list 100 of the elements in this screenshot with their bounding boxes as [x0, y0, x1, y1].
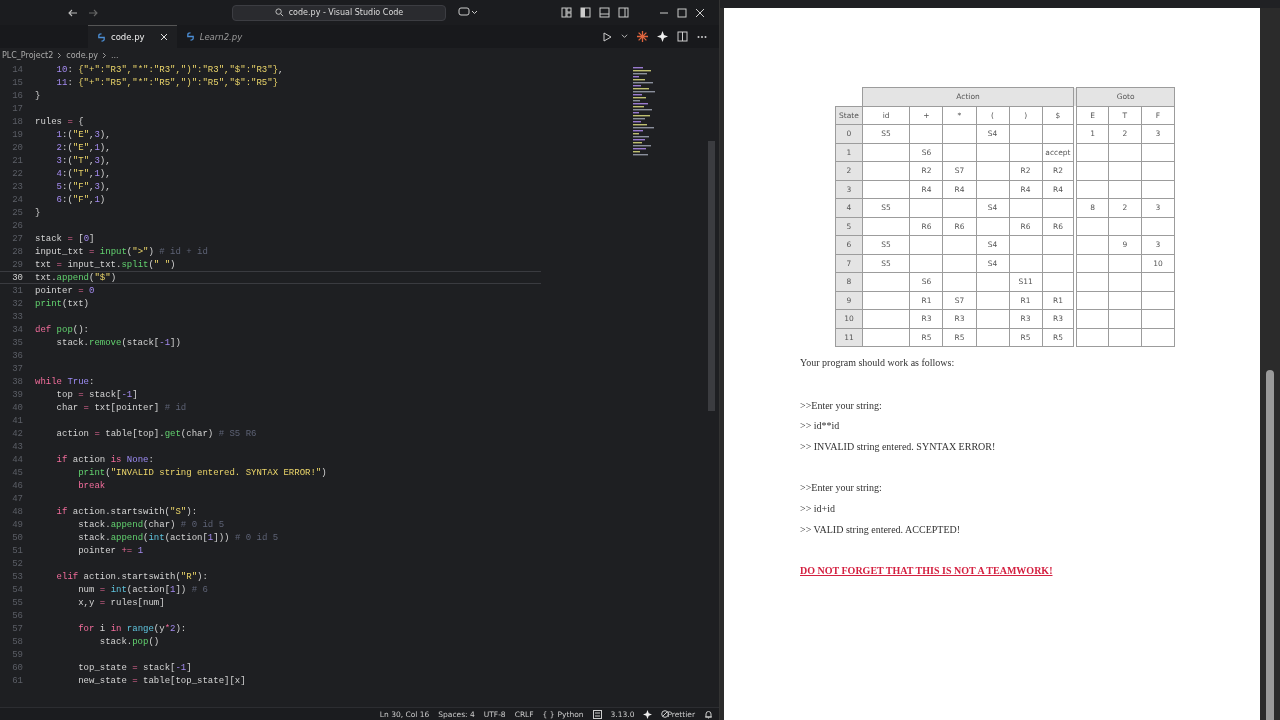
code-line: x,y = rules[num]	[77, 598, 165, 609]
line-number: 52	[11, 559, 23, 570]
code-line: 10: {"+":"R3","*":"R3",")":"R3","$":"R3"},	[55, 64, 284, 75]
code-line: def pop():	[35, 324, 89, 335]
code-line: 2:("E",1),	[55, 142, 111, 153]
line-number: 26	[11, 220, 23, 231]
warning-text: DO NOT FORGET THAT THIS IS NOT A TEAMWORK!	[800, 565, 1054, 577]
code-line: for i in range(y*2):	[77, 624, 187, 635]
burst-icon[interactable]	[637, 31, 648, 42]
line-number: 17	[11, 103, 23, 114]
caret-icon[interactable]	[621, 33, 628, 40]
code-line: stack.append(char) # 0 id 5	[77, 520, 225, 531]
run-icon[interactable]	[602, 31, 612, 42]
code-line: elif action.startswith("R"):	[55, 572, 208, 583]
line-number: 43	[11, 441, 23, 452]
code-line: input_txt = input(">") # id + id	[35, 246, 208, 257]
code-line: 6:("F",1)	[55, 194, 106, 205]
breadcrumb-item[interactable]: code.py	[66, 51, 98, 60]
code-line: print(txt)	[35, 298, 90, 309]
chat-icon[interactable]	[458, 7, 478, 18]
line-number: 56	[11, 611, 23, 622]
line-number: 38	[11, 376, 23, 387]
line-number: 19	[11, 129, 23, 140]
example-line: >> id+id	[800, 502, 836, 515]
code-line: pointer += 1	[77, 546, 144, 557]
line-number: 37	[11, 363, 23, 374]
forward-arrow-icon[interactable]	[88, 7, 98, 18]
line-number: 54	[11, 585, 23, 596]
scrollbar-thumb[interactable]	[1266, 370, 1274, 720]
code-line: new_state = table[top_state][x]	[77, 676, 246, 687]
line-number: 55	[11, 598, 23, 609]
code-line: stack.pop()	[98, 637, 160, 648]
example-line: >> VALID string entered. ACCEPTED!	[800, 523, 962, 536]
code-line: top = stack[-1]	[55, 389, 138, 400]
line-number: 35	[11, 337, 23, 348]
sparkle-icon[interactable]	[657, 31, 668, 42]
code-line: txt = input_txt.split(" ")	[35, 259, 176, 270]
code-line: }	[35, 90, 41, 101]
code-line: top_state = stack[-1]	[77, 663, 192, 674]
close-icon[interactable]	[159, 33, 168, 41]
code-line: 1:("E",3),	[55, 129, 111, 140]
line-number: 32	[11, 298, 23, 309]
line-number: 41	[11, 415, 23, 426]
line-number: 18	[11, 116, 23, 127]
example-line: >> id**id	[800, 420, 841, 432]
panel-toggle-icon[interactable]	[599, 7, 610, 18]
sidebar-toggle-icon[interactable]	[580, 7, 591, 18]
line-number: 34	[11, 324, 23, 335]
layout-icon[interactable]	[561, 7, 572, 18]
line-number: 61	[11, 676, 23, 687]
line-number: 25	[11, 207, 23, 218]
prohibited-icon[interactable]	[661, 710, 670, 718]
scrollbar-thumb[interactable]	[708, 141, 715, 411]
code-line: stack.remove(stack[-1])	[55, 337, 181, 348]
code-line: 4:("T",1),	[55, 168, 111, 179]
code-line: 3:("T",3),	[55, 155, 111, 166]
line-number: 27	[11, 233, 23, 244]
code-line: print("INVALID string entered. SYNTAX ERROR!")	[77, 468, 327, 478]
code-line: pointer = 0	[35, 285, 95, 296]
line-number: 28	[11, 246, 23, 257]
line-number: 60	[11, 663, 23, 674]
line-number: 21	[11, 155, 23, 166]
line-number: 50	[11, 533, 23, 544]
line-number: 53	[11, 572, 23, 583]
line-number: 49	[11, 520, 23, 531]
code-line: }	[35, 207, 41, 218]
secondary-sidebar-icon[interactable]	[618, 7, 629, 18]
line-number: 44	[11, 454, 23, 465]
command-center-search[interactable]: code.py - Visual Studio Code	[232, 4, 446, 21]
line-number: 39	[11, 389, 23, 400]
split-editor-icon[interactable]	[677, 31, 688, 42]
code-line: if action.startswith("S"):	[55, 507, 198, 518]
back-arrow-icon[interactable]	[68, 7, 78, 18]
bell-icon[interactable]	[704, 709, 713, 719]
line-number: 59	[11, 650, 23, 661]
line-number: 23	[11, 181, 23, 192]
line-number: 24	[11, 194, 23, 205]
maximize-icon[interactable]	[677, 7, 687, 18]
code-line: while True:	[35, 376, 95, 387]
line-number: 47	[11, 494, 23, 504]
line-number: 30	[11, 272, 23, 283]
paragraph: Your program should work as follows:	[800, 357, 956, 369]
code-line: if action is None:	[55, 454, 154, 465]
example-line: >> INVALID string entered. SYNTAX ERROR!	[800, 440, 997, 453]
line-number: 57	[11, 624, 23, 635]
breadcrumb-item[interactable]: ...	[111, 51, 119, 60]
editor-tab[interactable]: code.py	[88, 25, 177, 48]
line-number: 58	[11, 637, 23, 648]
line-number: 29	[11, 259, 23, 270]
line-number: 36	[11, 350, 23, 361]
interpreter-icon[interactable]	[592, 709, 602, 719]
line-number: 33	[11, 311, 23, 322]
sparkle-icon[interactable]	[643, 709, 653, 719]
python-file-icon	[185, 32, 195, 41]
more-icon[interactable]	[697, 34, 707, 39]
close-icon[interactable]	[695, 7, 705, 18]
chevron-icon	[102, 52, 107, 59]
breadcrumb-item[interactable]: PLC_Project2	[2, 51, 54, 60]
line-number: 22	[11, 168, 23, 179]
search-icon	[274, 8, 284, 17]
